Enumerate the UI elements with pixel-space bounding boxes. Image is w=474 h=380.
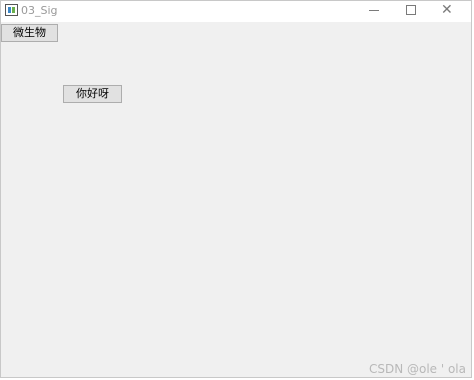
window-title: 03_Sig [21, 4, 58, 17]
csdn-watermark: CSDN @ole ' ola [368, 362, 466, 376]
window-client-area: 微生物 你好呀 [1, 22, 471, 377]
minimize-button[interactable] [356, 1, 392, 22]
microbe-button[interactable]: 微生物 [1, 24, 58, 42]
maximize-button[interactable] [393, 1, 429, 22]
hello-button[interactable]: 你好呀 [63, 85, 122, 103]
app-icon-bar-left [8, 7, 11, 13]
title-bar[interactable]: 03_Sig ✕ [1, 1, 471, 22]
app-window: 03_Sig ✕ 微生物 你好呀 [0, 0, 472, 378]
app-icon-bar-right [12, 7, 15, 13]
app-window-icon[interactable] [5, 4, 18, 16]
close-button[interactable]: ✕ [430, 1, 466, 22]
close-icon: ✕ [441, 2, 453, 18]
maximize-icon [406, 5, 416, 15]
minimize-icon [369, 10, 379, 11]
